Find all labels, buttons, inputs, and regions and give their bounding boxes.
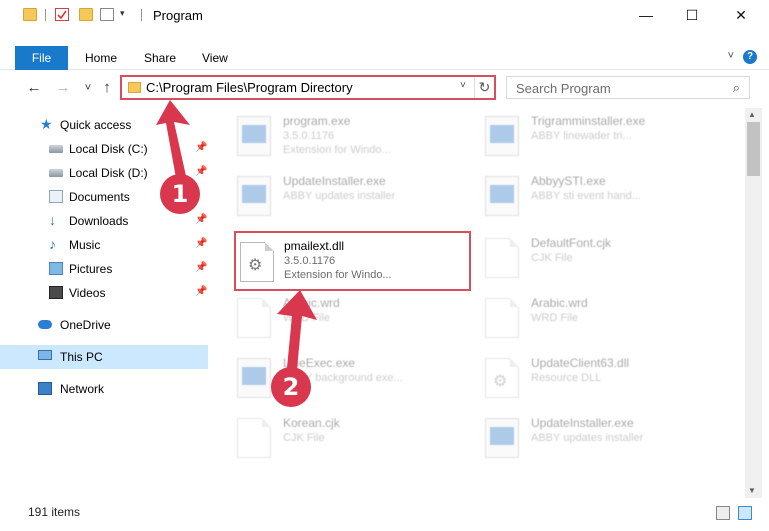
- annotation-marker-2: 2: [271, 367, 311, 407]
- annotation-marker-1: 1: [160, 174, 200, 214]
- annotation-arrows: [156, 100, 317, 380]
